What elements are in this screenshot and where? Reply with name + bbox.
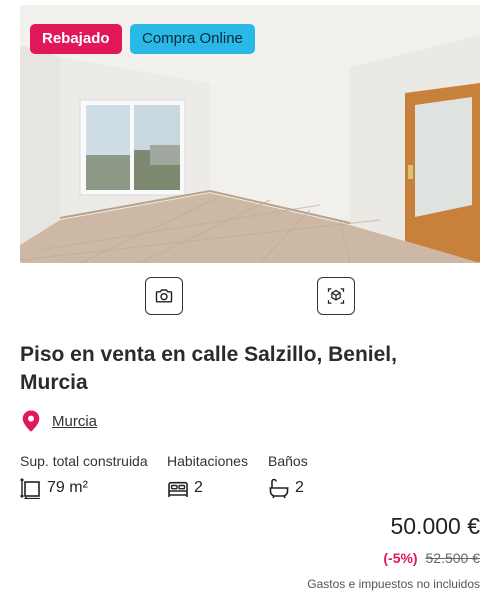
listing-title[interactable]: Piso en venta en calle Salzillo, Beniel,… — [20, 341, 460, 397]
taxes-note: Gastos e impuestos no incluidos — [307, 577, 480, 591]
area-icon — [20, 478, 40, 499]
feature-value: 2 — [295, 479, 304, 496]
location-row: Murcia — [20, 409, 97, 433]
location-link[interactable]: Murcia — [52, 413, 97, 430]
bed-icon — [168, 481, 188, 497]
price-reduction: (-5%) 52.500 € — [383, 550, 480, 566]
feature-label: Sup. total construida — [20, 453, 148, 469]
feature-value: 79 m² — [47, 479, 88, 496]
feature-bedrooms: Habitaciones 2 — [167, 452, 248, 499]
feature-label: Habitaciones — [167, 453, 248, 469]
reduced-badge: Rebajado — [30, 24, 122, 54]
feature-bathrooms: Baños 2 — [268, 452, 308, 499]
photos-button[interactable] — [145, 277, 183, 315]
previous-price: 52.500 € — [425, 550, 481, 566]
feature-surface: Sup. total construida 79 m² — [20, 452, 148, 499]
discount-percentage: (-5%) — [383, 550, 418, 566]
map-pin-icon — [22, 410, 40, 432]
bathtub-icon — [269, 478, 289, 499]
virtual-tour-button[interactable] — [317, 277, 355, 315]
camera-icon — [155, 289, 173, 303]
3d-cube-icon — [327, 288, 345, 304]
feature-value: 2 — [194, 479, 203, 496]
feature-label: Baños — [268, 453, 308, 469]
current-price: 50.000 € — [390, 513, 480, 539]
online-purchase-badge: Compra Online — [130, 24, 255, 54]
